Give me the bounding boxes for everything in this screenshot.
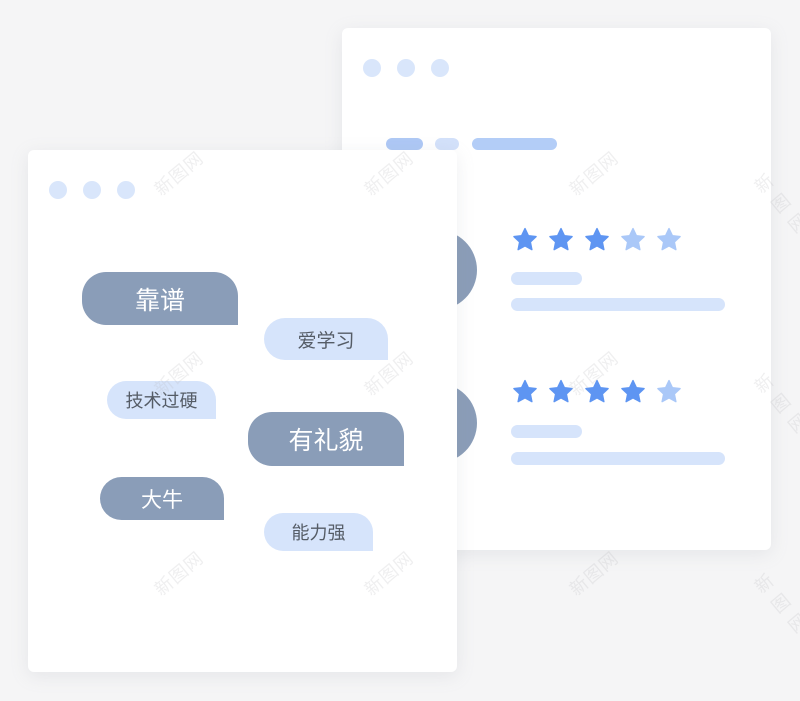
star-empty-icon [657,227,681,251]
review-line-long [511,298,725,311]
watermark: 新图网 [751,569,800,638]
window-dot-3 [117,181,135,199]
star-filled-icon [621,379,645,403]
tag-bubble[interactable]: 技术过硬 [107,381,216,419]
tab-3[interactable] [472,138,557,150]
star-filled-icon [513,227,537,251]
tab-1[interactable] [386,138,423,150]
star-filled-icon [549,379,573,403]
window-dot-1 [363,59,381,77]
star-filled-icon [513,379,537,403]
review-line-long [511,452,725,465]
tag-bubble[interactable]: 大牛 [100,477,224,520]
tab-2[interactable] [435,138,459,150]
tag-bubble[interactable]: 能力强 [264,513,373,551]
tag-bubble[interactable]: 有礼貌 [248,412,404,466]
star-rating [511,378,683,406]
watermark: 新图网 [565,547,624,601]
star-empty-icon [621,227,645,251]
window-dot-2 [83,181,101,199]
star-empty-icon [657,379,681,403]
window-dot-3 [431,59,449,77]
star-rating [511,226,683,254]
tag-bubble[interactable]: 爱学习 [264,318,388,360]
tags-window: 靠谱 爱学习 技术过硬 有礼貌 大牛 能力强 [28,150,457,672]
star-filled-icon [585,379,609,403]
star-filled-icon [585,227,609,251]
tag-bubble[interactable]: 靠谱 [82,272,238,325]
window-dot-2 [397,59,415,77]
star-filled-icon [549,227,573,251]
review-line-short [511,272,582,285]
window-dot-1 [49,181,67,199]
review-line-short [511,425,582,438]
